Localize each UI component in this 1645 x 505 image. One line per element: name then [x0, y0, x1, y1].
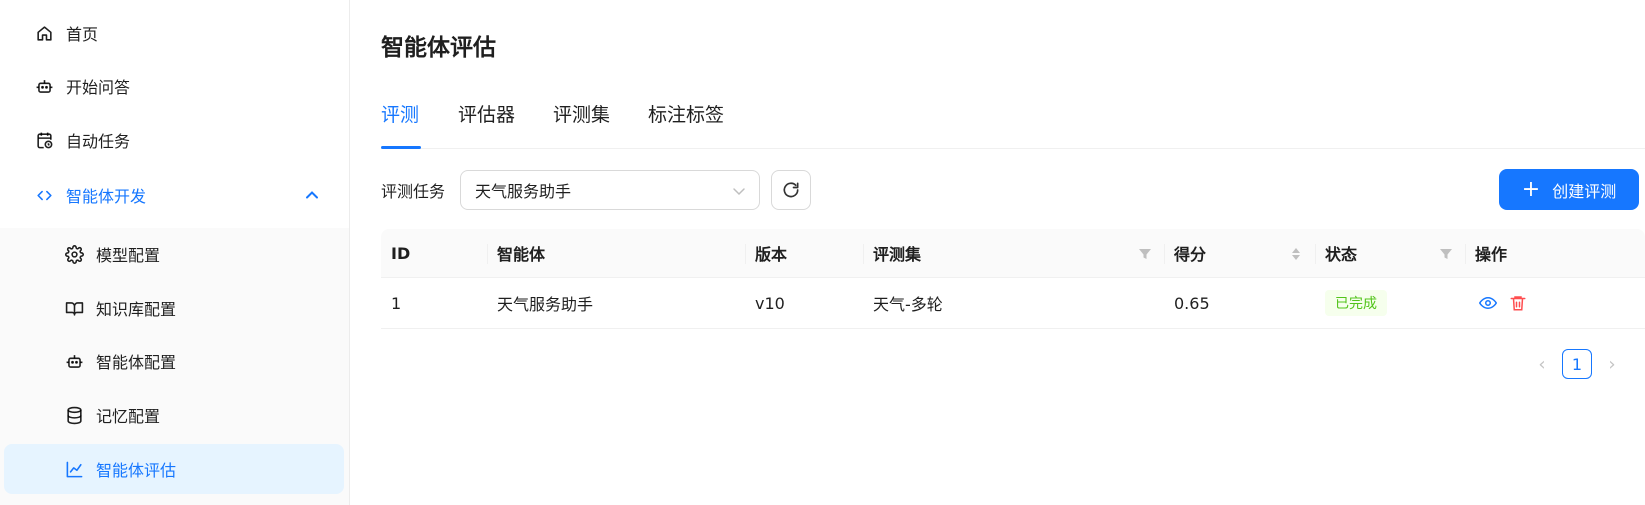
- sidebar-item-label: 记忆配置: [96, 407, 161, 426]
- sidebar-item-label: 首页: [66, 25, 99, 44]
- app: 首页 开始问答 自动任务 智能体开发 模型配置 知识库配置 智能体配置 记忆配置…: [0, 0, 1645, 505]
- status-badge: 已完成: [1325, 290, 1387, 316]
- cell-status: 已完成: [1315, 278, 1465, 328]
- cell-id: 1: [391, 293, 402, 313]
- sidebar-item-model-config[interactable]: 模型配置: [4, 229, 344, 279]
- filter-icon[interactable]: [1138, 246, 1152, 260]
- pagination: ‹ 1 ›: [1528, 349, 1626, 379]
- refresh-icon: [781, 180, 801, 200]
- cell-agent: 天气服务助手: [497, 295, 594, 314]
- column-header-agent: 智能体: [487, 229, 745, 277]
- sidebar-item-label: 自动任务: [66, 132, 131, 151]
- sidebar-item-label: 知识库配置: [96, 300, 177, 319]
- sidebar-item-home[interactable]: 首页: [4, 8, 344, 58]
- eye-icon[interactable]: [1479, 294, 1497, 312]
- column-header-actions: 操作: [1465, 229, 1645, 277]
- next-page-icon[interactable]: ›: [1598, 350, 1626, 378]
- robot-icon: [64, 351, 84, 371]
- chevron-down-icon: [731, 183, 747, 199]
- tab-annotation-labels[interactable]: 标注标签: [648, 100, 724, 148]
- tab-evaluators[interactable]: 评估器: [458, 100, 515, 148]
- line-chart-icon: [64, 459, 84, 479]
- create-eval-label: 创建评测: [1552, 181, 1617, 201]
- tab-bar: 评测 评估器 评测集 标注标签: [381, 86, 1645, 149]
- sidebar-item-label: 智能体配置: [96, 353, 177, 372]
- sidebar-item-agent-eval[interactable]: 智能体评估: [4, 444, 344, 494]
- column-header-version: 版本: [745, 229, 863, 277]
- trash-icon[interactable]: [1509, 294, 1527, 312]
- sidebar-item-label: 智能体评估: [96, 461, 177, 480]
- sidebar-item-agent-dev[interactable]: 智能体开发: [4, 170, 344, 220]
- eval-task-select[interactable]: 天气服务助手: [460, 170, 760, 210]
- sidebar-item-agent-config[interactable]: 智能体配置: [4, 336, 344, 386]
- refresh-button[interactable]: [771, 170, 811, 210]
- select-value: 天气服务助手: [475, 182, 572, 201]
- sidebar-item-memory-config[interactable]: 记忆配置: [4, 390, 344, 440]
- tab-eval[interactable]: 评测: [381, 100, 419, 148]
- create-eval-button[interactable]: + 创建评测: [1499, 169, 1639, 210]
- tab-eval-sets[interactable]: 评测集: [553, 100, 610, 148]
- sidebar-item-auto-tasks[interactable]: 自动任务: [4, 115, 344, 165]
- prev-page-icon[interactable]: ‹: [1528, 350, 1556, 378]
- sidebar: 首页 开始问答 自动任务 智能体开发 模型配置 知识库配置 智能体配置 记忆配置…: [0, 0, 350, 505]
- sidebar-item-start-qa[interactable]: 开始问答: [4, 61, 344, 111]
- table-row: 1 天气服务助手 v10 天气-多轮 0.65 已完成: [381, 278, 1645, 329]
- home-icon: [34, 23, 54, 43]
- book-icon: [64, 298, 84, 318]
- page-number[interactable]: 1: [1562, 349, 1592, 379]
- table-header: ID 智能体 版本 评测集 得分 状态 操作: [381, 229, 1645, 278]
- chevron-up-icon: [304, 187, 320, 203]
- sort-icon[interactable]: [1289, 246, 1303, 260]
- column-header-status: 状态: [1315, 229, 1465, 277]
- code-icon: [34, 185, 54, 205]
- robot-icon: [34, 76, 54, 96]
- database-icon: [64, 405, 84, 425]
- gear-icon: [64, 244, 84, 264]
- page-title: 智能体评估: [381, 35, 496, 61]
- cell-actions: [1465, 278, 1645, 328]
- column-header-eval-set: 评测集: [863, 229, 1164, 277]
- cell-version: v10: [755, 293, 785, 313]
- filter-label: 评测任务: [381, 182, 446, 201]
- calendar-clock-icon: [34, 130, 54, 150]
- main-content: 智能体评估 评测 评估器 评测集 标注标签 评测任务 天气服务助手 + 创建评测: [350, 0, 1645, 505]
- cell-score: 0.65: [1174, 293, 1210, 313]
- filter-icon[interactable]: [1439, 246, 1453, 260]
- sidebar-item-label: 智能体开发: [66, 187, 147, 206]
- cell-eval-set: 天气-多轮: [873, 295, 943, 314]
- sidebar-item-label: 模型配置: [96, 246, 161, 265]
- column-header-id: ID: [391, 243, 411, 263]
- plus-icon: +: [1521, 176, 1541, 202]
- sidebar-item-label: 开始问答: [66, 78, 131, 97]
- sidebar-item-kb-config[interactable]: 知识库配置: [4, 283, 344, 333]
- tab-active-indicator: [381, 146, 421, 149]
- eval-table: ID 智能体 版本 评测集 得分 状态 操作 1 天气服务助手 v10 天气-多…: [381, 229, 1645, 329]
- column-header-score: 得分: [1164, 229, 1315, 277]
